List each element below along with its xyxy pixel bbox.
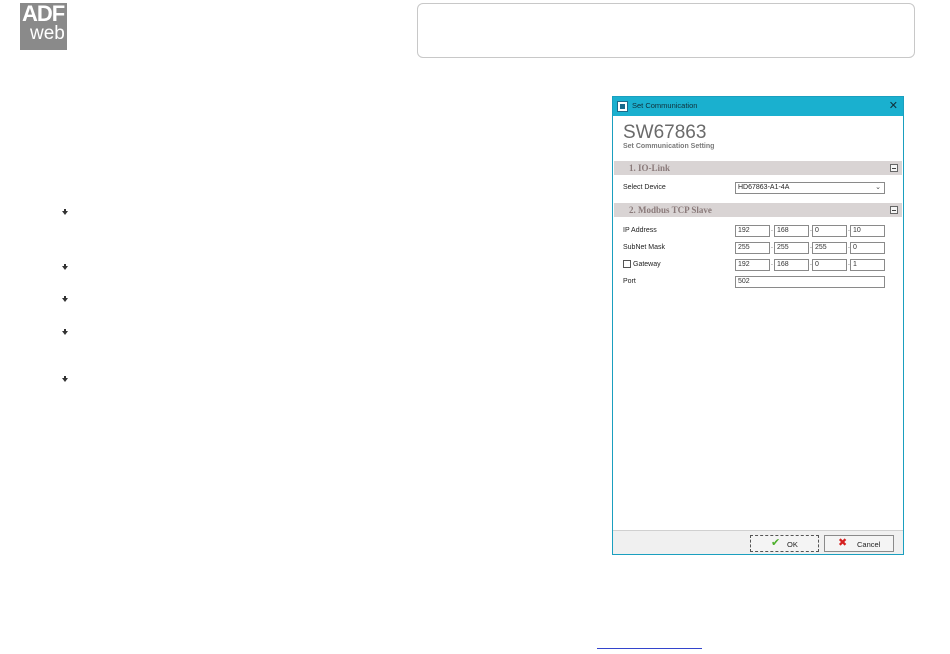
check-icon: ✔ — [771, 537, 781, 549]
cancel-button[interactable]: ✖ Cancel — [824, 535, 894, 552]
arrow-down-bullet-icon — [62, 376, 68, 382]
arrow-down-bullet-icon — [62, 264, 68, 270]
gateway-separator: . — [771, 260, 773, 267]
subnet-mask-label: SubNet Mask — [623, 244, 666, 251]
arrow-down-bullet-icon — [62, 209, 68, 215]
subnet-octet-2[interactable]: 255 — [774, 242, 809, 254]
gateway-octet-2[interactable]: 168 — [774, 259, 809, 271]
select-device-label: Select Device — [623, 184, 666, 191]
section-label: 2. Modbus TCP Slave — [629, 205, 712, 215]
collapse-icon[interactable] — [890, 206, 898, 214]
cancel-button-label: Cancel — [857, 540, 881, 549]
logo-line2: web — [30, 23, 65, 44]
subnet-octet-1[interactable]: 255 — [735, 242, 770, 254]
ip-octet-4[interactable]: 10 — [850, 225, 885, 237]
collapse-icon[interactable] — [890, 164, 898, 172]
footer-link[interactable] — [597, 648, 702, 649]
logo-line1: ADF — [22, 3, 65, 26]
gateway-octet-3[interactable]: 0 — [812, 259, 847, 271]
ip-octet-1[interactable]: 192 — [735, 225, 770, 237]
ip-octet-2[interactable]: 168 — [774, 225, 809, 237]
subnet-octet-3[interactable]: 255 — [812, 242, 847, 254]
app-title: SW67863 — [623, 122, 707, 143]
section-label: 1. IO-Link — [629, 163, 671, 173]
gateway-checkbox[interactable] — [623, 260, 631, 268]
set-communication-dialog: Set Communication ✕ SW67863 Set Communic… — [612, 96, 904, 555]
dialog-titlebar[interactable]: Set Communication ✕ — [613, 97, 903, 116]
app-subtitle: Set Communication Setting — [623, 143, 715, 150]
ok-button-label: OK — [787, 540, 798, 549]
ok-button[interactable]: ✔ OK — [750, 535, 819, 552]
ip-octet-3[interactable]: 0 — [812, 225, 847, 237]
dialog-body: SW67863 Set Communication Setting 1. IO-… — [613, 116, 903, 530]
window-app-icon — [617, 101, 628, 112]
select-device-dropdown[interactable]: HD67863-A1-4A ⌄ — [735, 182, 885, 194]
port-label: Port — [623, 278, 636, 285]
port-input[interactable]: 502 — [735, 276, 885, 288]
x-icon: ✖ — [838, 537, 848, 549]
section-io-link[interactable]: 1. IO-Link — [614, 161, 902, 175]
arrow-down-bullet-icon — [62, 329, 68, 335]
section-modbus-tcp-slave[interactable]: 2. Modbus TCP Slave — [614, 203, 902, 217]
arrow-down-bullet-icon — [62, 296, 68, 302]
subnet-separator: . — [771, 243, 773, 250]
ip-separator: . — [771, 226, 773, 233]
chevron-down-icon: ⌄ — [875, 184, 881, 191]
gateway-label: Gateway — [633, 261, 661, 268]
ip-address-label: IP Address — [623, 227, 657, 234]
window-title: Set Communication — [632, 101, 698, 110]
dialog-footer: ✔ OK ✖ Cancel — [613, 530, 903, 554]
gateway-octet-4[interactable]: 1 — [850, 259, 885, 271]
gateway-octet-1[interactable]: 192 — [735, 259, 770, 271]
header-box — [417, 3, 915, 58]
select-device-value: HD67863-A1-4A — [738, 184, 790, 191]
close-icon[interactable]: ✕ — [889, 99, 898, 113]
adf-web-logo: ADF web — [20, 3, 67, 50]
subnet-octet-4[interactable]: 0 — [850, 242, 885, 254]
